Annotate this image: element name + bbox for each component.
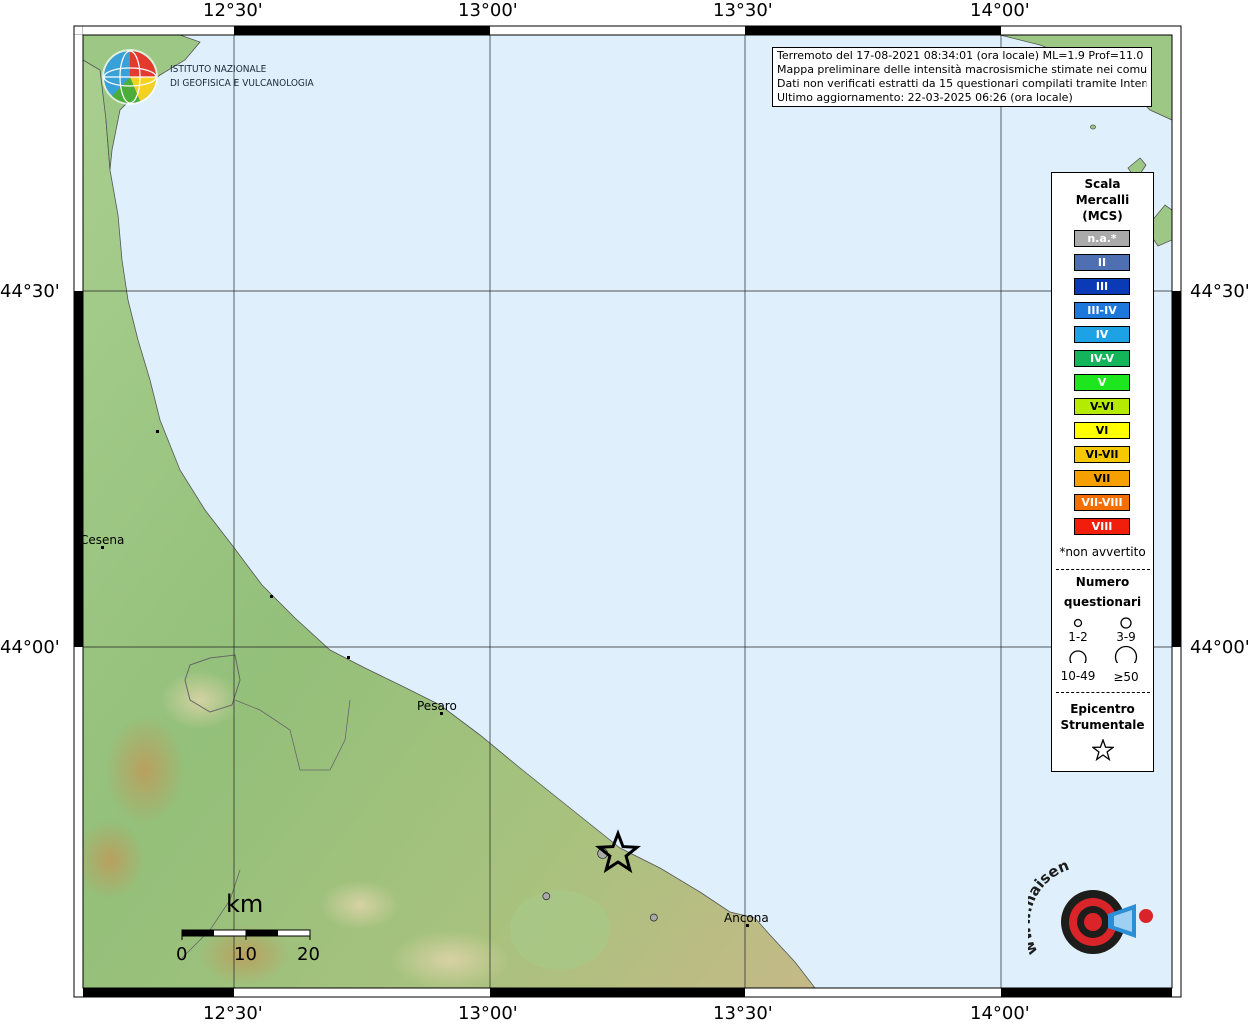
intensity-swatch: III-IV <box>1074 302 1130 319</box>
count-label-50: ≥50 <box>1113 670 1139 684</box>
epicenter-title-1: Epicentro <box>1070 702 1135 716</box>
legend-note: *non avvertito <box>1059 545 1146 559</box>
count-title-1: Numero <box>1075 575 1130 589</box>
intensity-swatch: II <box>1074 254 1130 271</box>
hai-sentito-logo: www.haisentitoilterremoto.it <box>1028 862 1153 958</box>
intensity-swatch: III <box>1074 278 1130 295</box>
axis-bottom-label: 13°30' <box>713 1003 773 1024</box>
place-cesena: Cesena <box>80 533 125 547</box>
institute-line-1: ISTITUTO NAZIONALE <box>170 64 267 75</box>
epicenter-legend-star-icon <box>1092 739 1114 761</box>
questionnaire-point <box>542 892 551 901</box>
event-info-line-4: Ultimo aggiornamento: 22-03-2025 06:26 (… <box>777 91 1073 104</box>
scale-label-0: 0 <box>176 944 188 965</box>
institute-line-2: DI GEOFISICA E VULCANOLOGIA <box>170 78 314 89</box>
intensity-swatch: V <box>1074 374 1130 391</box>
intensity-swatch: VII-VIII <box>1074 494 1130 511</box>
axis-right-label: 44°30' <box>1190 281 1250 302</box>
ingv-logo <box>102 49 158 105</box>
axis-top-label: 14°00' <box>970 0 1030 21</box>
count-label-3-9: 3-9 <box>1116 630 1136 644</box>
event-info-line-3: Dati non verificati estratti da 15 quest… <box>777 77 1147 90</box>
event-info-line-2: Mappa preliminare delle intensità macros… <box>777 63 1147 76</box>
axis-left-label: 44°30' <box>0 281 60 302</box>
legend-panel: Scala Mercalli (MCS) n.a.* II III III-IV IV I… <box>1051 172 1154 772</box>
place-pesaro: Pesaro <box>417 699 457 713</box>
axis-top-label: 13°00' <box>458 0 518 21</box>
intensity-swatch: VI <box>1074 422 1130 439</box>
scale-label-10: 10 <box>234 944 257 965</box>
institute-name: ISTITUTO NAZIONALE DI GEOFISICA E VULCAN… <box>170 63 314 91</box>
axis-top-label: 13°30' <box>713 0 773 21</box>
intensity-swatch: IV-V <box>1074 350 1130 367</box>
legend-separator <box>1056 692 1150 693</box>
count-label-1-2: 1-2 <box>1068 630 1088 644</box>
questionnaire-point <box>649 913 658 922</box>
axis-bottom-label: 13°00' <box>458 1003 518 1024</box>
scale-unit: km <box>226 890 264 918</box>
axis-bottom-label: 12°30' <box>203 1003 263 1024</box>
intensity-swatch: VI-VII <box>1074 446 1130 463</box>
scale-label-20: 20 <box>297 944 320 965</box>
intensity-swatch: VIII <box>1074 518 1130 535</box>
count-label-10-49: 10-49 <box>1060 669 1096 683</box>
legend-title-3: (MCS) <box>1082 209 1123 223</box>
intensity-swatch: VII <box>1074 470 1130 487</box>
legend-title-1: Scala <box>1084 177 1121 191</box>
axis-right-label: 44°00' <box>1190 637 1250 658</box>
axis-bottom-label: 14°00' <box>970 1003 1030 1024</box>
epicenter-title-2: Strumentale <box>1060 718 1145 732</box>
event-info-box: Terremoto del 17-08-2021 08:34:01 (ora l… <box>772 47 1152 107</box>
legend-separator <box>1056 569 1150 570</box>
intensity-swatch: IV <box>1074 326 1130 343</box>
island-3 <box>1090 124 1096 130</box>
intensity-swatch: V-VI <box>1074 398 1130 415</box>
axis-left-label: 44°00' <box>0 637 60 658</box>
count-title-2: questionari <box>1063 595 1142 609</box>
axis-top-label: 12°30' <box>203 0 263 21</box>
legend-title-2: Mercalli <box>1075 193 1130 207</box>
event-info-line-1: Terremoto del 17-08-2021 08:34:01 (ora l… <box>777 49 1147 62</box>
intensity-swatch: n.a.* <box>1074 230 1130 247</box>
place-ancona: Ancona <box>724 911 769 925</box>
